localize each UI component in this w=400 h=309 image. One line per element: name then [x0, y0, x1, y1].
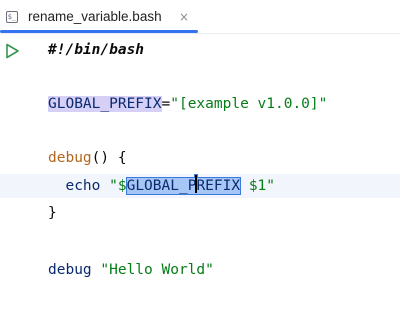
assignment-operator: = — [161, 96, 171, 112]
shell-file-icon: $_ — [6, 11, 18, 23]
function-signature: () { — [91, 150, 127, 166]
code-line-5[interactable]: debug() { — [0, 146, 400, 170]
shebang: #!/bin/bash — [48, 42, 145, 58]
rename-text-before-caret: GLOBAL_P — [126, 178, 197, 194]
code-line-6-current[interactable]: echo "$GLOBAL_PREFIX $1" — [0, 174, 400, 198]
variable-definition: GLOBAL_PREFIX — [48, 96, 162, 112]
tab-title: rename_variable.bash — [28, 9, 162, 24]
editor-tab-bar: $_ rename_variable.bash × — [0, 0, 400, 34]
code-line-7[interactable]: } — [0, 201, 400, 225]
close-icon[interactable]: × — [179, 10, 189, 24]
inline-rename-field[interactable]: GLOBAL_PREFIX — [125, 175, 242, 195]
function-name: debug — [48, 150, 92, 166]
code-line-1[interactable]: #!/bin/bash — [0, 38, 400, 62]
string-close: $1" — [240, 178, 276, 194]
echo-command: echo — [65, 178, 101, 194]
code-editor: $_ rename_variable.bash × #!/bin/bash GL… — [0, 0, 400, 309]
string-open: "$ — [109, 178, 127, 194]
editor-tab-rename-variable[interactable]: $_ rename_variable.bash × — [0, 0, 198, 34]
closing-brace: } — [48, 205, 57, 221]
string-argument: "Hello World" — [100, 262, 214, 278]
function-call: debug — [48, 262, 92, 278]
active-tab-indicator — [0, 30, 198, 33]
rename-text-after-caret: REFIX — [196, 178, 241, 194]
string-literal: "[example v1.0.0]" — [170, 96, 328, 112]
code-line-3[interactable]: GLOBAL_PREFIX="[example v1.0.0]" — [0, 92, 400, 116]
code-line-9[interactable]: debug "Hello World" — [0, 258, 400, 282]
